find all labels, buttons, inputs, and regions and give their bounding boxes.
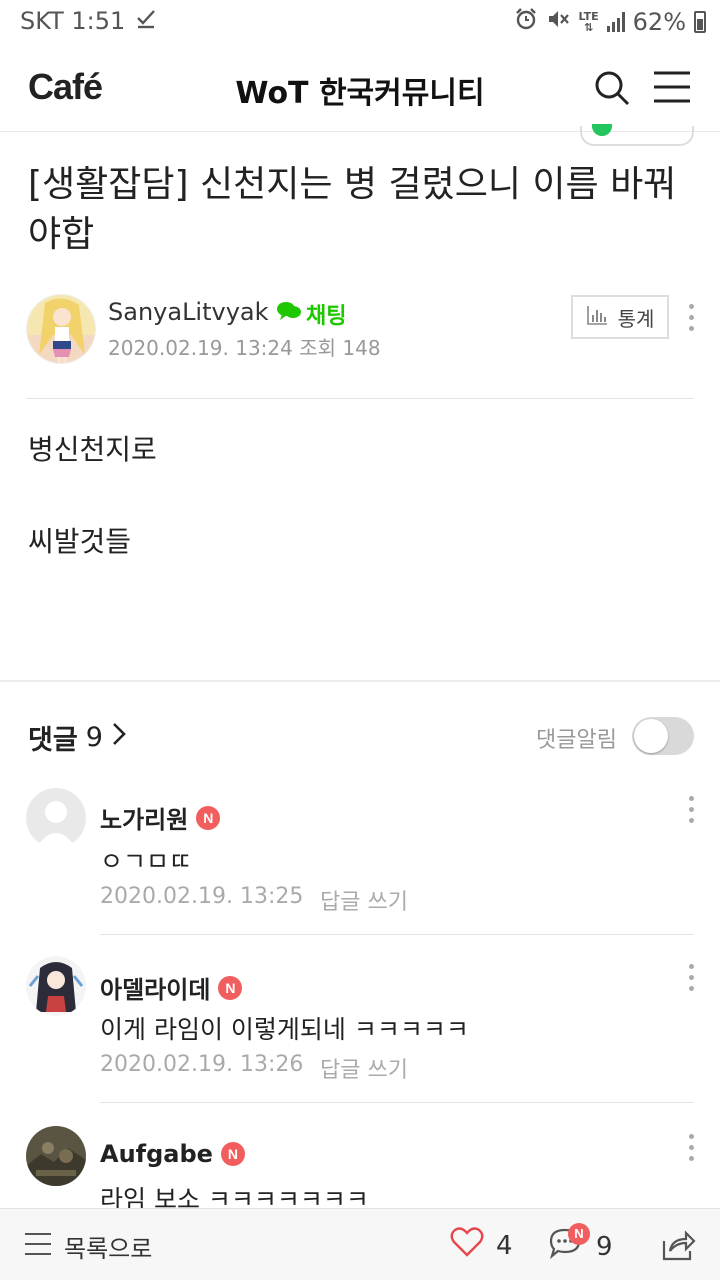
comment-more-icon[interactable] <box>686 1134 696 1161</box>
share-icon[interactable] <box>660 1227 696 1263</box>
comment-text: ㅇㄱㅁㄸ <box>100 847 193 876</box>
list-label: 목록으로 <box>64 1235 153 1263</box>
lte-indicator: LTE ⇅ <box>578 10 599 34</box>
comments-button[interactable]: N 9 <box>548 1223 613 1266</box>
battery-percent: 62% <box>632 8 686 36</box>
battery-icon <box>694 11 706 33</box>
post-more-icon[interactable] <box>686 304 696 331</box>
post-body-line: 병신천지로 <box>28 433 157 466</box>
post-meta: 2020.02.19. 13:24 조회 148 <box>108 332 381 361</box>
chat-link[interactable]: 채팅 <box>276 298 346 330</box>
comment-notify-toggle[interactable] <box>632 717 694 755</box>
post-title: [생활잡담] 신천지는 병 걸렸으니 이름 바꿔야합 <box>28 164 677 255</box>
heart-icon <box>450 1227 484 1264</box>
comments-heading: 댓글 <box>28 725 78 756</box>
carrier-time: SKT 1:51 <box>20 7 126 35</box>
list-icon <box>24 1231 52 1263</box>
comment-notify-label: 댓글알림 <box>536 728 617 753</box>
bar-chart-icon <box>586 305 608 330</box>
divider <box>100 1102 694 1103</box>
comments-header[interactable]: 댓글 9 <box>28 718 127 757</box>
signal-icon <box>606 12 625 32</box>
comment-author-name: 아델라이데 <box>100 976 211 1004</box>
new-badge: N <box>568 1223 590 1245</box>
comment-count: 9 <box>596 1231 613 1262</box>
search-icon[interactable] <box>592 68 632 108</box>
comment-author-name: Aufgabe <box>100 1140 213 1168</box>
status-bar: SKT 1:51 LTE ⇅ 62% <box>0 0 720 44</box>
like-count: 4 <box>496 1230 513 1261</box>
chevron-right-icon <box>111 721 127 754</box>
reply-button[interactable]: 답글 쓰기 <box>320 1052 408 1084</box>
chat-bubble-icon <box>276 300 302 328</box>
comment-avatar[interactable] <box>26 1126 86 1186</box>
app-header: Café WoT 한국커뮤니티 <box>0 44 720 132</box>
stats-button[interactable]: 통계 <box>571 295 669 339</box>
views-label: 조회 <box>299 336 337 360</box>
check-icon <box>135 7 157 35</box>
mute-icon <box>546 7 570 37</box>
comment-text: 이게 라임이 이렇게되네 ㅋㅋㅋㅋㅋ <box>100 1015 469 1044</box>
menu-icon[interactable] <box>652 70 692 104</box>
post-body-line: 씨발것들 <box>28 525 132 558</box>
comment-more-icon[interactable] <box>686 796 696 823</box>
divider <box>26 398 694 399</box>
new-badge: N <box>220 1142 245 1166</box>
back-to-list-button[interactable]: 목록으로 <box>24 1229 152 1264</box>
stats-label: 통계 <box>617 306 655 331</box>
comment-author[interactable]: Aufgabe N <box>100 1140 245 1168</box>
comment-more-icon[interactable] <box>686 964 696 991</box>
comment-author[interactable]: 노가리원 N <box>100 800 221 835</box>
comment-date: 2020.02.19. 13:26 <box>100 1052 304 1077</box>
views-count: 148 <box>342 336 381 360</box>
comment-avatar[interactable] <box>26 788 86 848</box>
author-avatar[interactable] <box>26 294 96 364</box>
board-badge[interactable] <box>580 124 694 146</box>
comment-author[interactable]: 아델라이데 N <box>100 970 243 1005</box>
chat-label: 채팅 <box>306 304 347 329</box>
author-name[interactable]: SanyaLitvyak <box>108 298 269 326</box>
comment-date: 2020.02.19. 13:25 <box>100 884 304 909</box>
comment-author-name: 노가리원 <box>100 806 189 834</box>
reply-button[interactable]: 답글 쓰기 <box>320 884 408 916</box>
post-date: 2020.02.19. 13:24 <box>108 336 293 360</box>
comment-avatar[interactable] <box>26 956 86 1016</box>
alarm-icon <box>514 7 538 37</box>
bottom-action-bar: 목록으로 4 N 9 <box>0 1208 720 1280</box>
new-badge: N <box>218 975 243 1000</box>
divider <box>100 934 694 935</box>
section-separator <box>0 680 720 682</box>
like-button[interactable]: 4 <box>450 1227 513 1264</box>
new-badge: N <box>196 805 221 830</box>
comments-count: 9 <box>85 722 103 753</box>
